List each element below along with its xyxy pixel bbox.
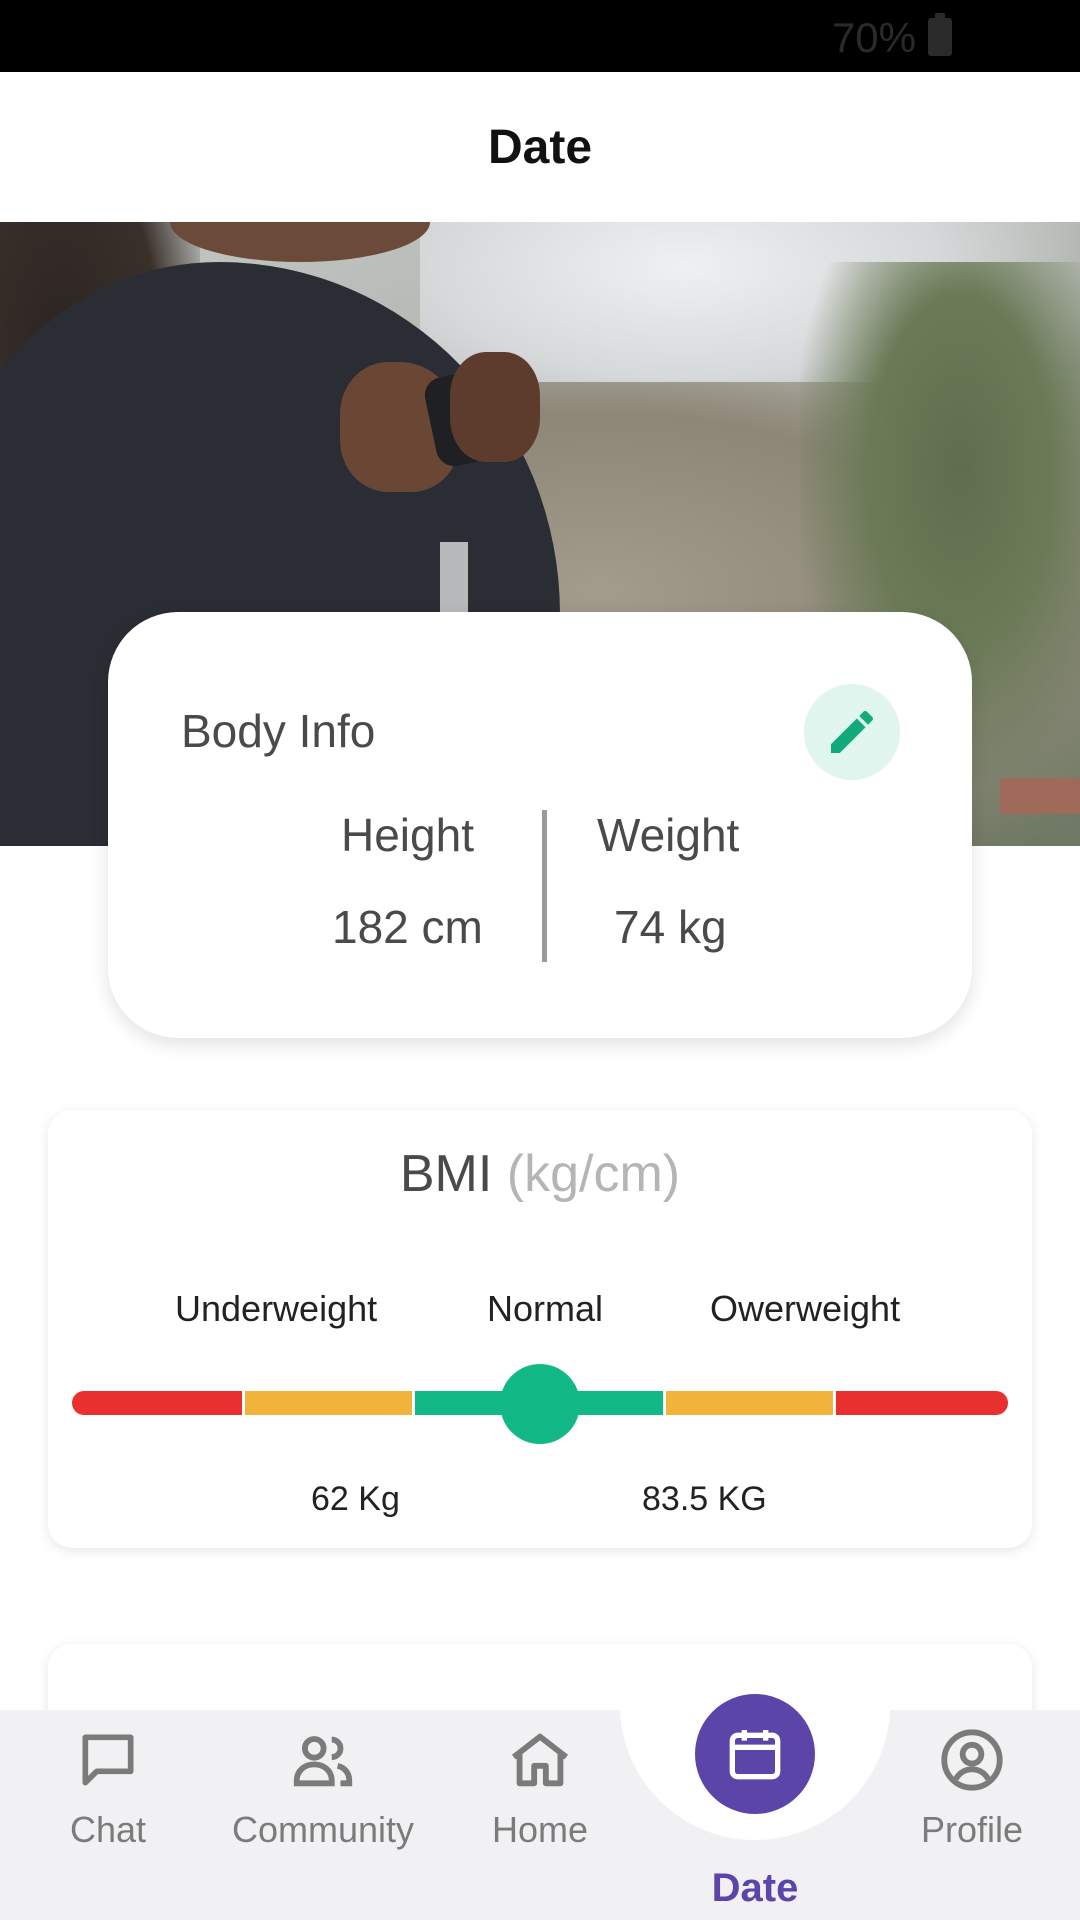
community-icon	[288, 1725, 358, 1795]
bmi-category-overweight: Owerweight	[710, 1288, 901, 1329]
nav-item-chat[interactable]: Chat	[8, 1725, 208, 1851]
bmi-title: BMI (kg/cm)	[48, 1144, 1032, 1204]
bmi-title-text: BMI	[399, 1145, 493, 1203]
calendar-icon	[729, 1730, 781, 1780]
nav-item-community[interactable]: Community	[223, 1725, 423, 1851]
bmi-indicator-knob[interactable]	[500, 1364, 580, 1444]
nav-item-date[interactable]	[695, 1694, 815, 1814]
height-value: 182 cm	[332, 901, 483, 953]
bmi-segment-underweight	[245, 1391, 412, 1415]
app-header: Date	[0, 72, 1080, 222]
nav-item-profile[interactable]: Profile	[872, 1725, 1072, 1851]
bmi-upper-limit: 83.5 KG	[642, 1480, 767, 1518]
bmi-unit: (kg/cm)	[506, 1145, 681, 1203]
body-info-title: Body Info	[181, 705, 376, 757]
pencil-icon	[831, 710, 874, 753]
profile-icon	[937, 1725, 1007, 1795]
height-label: Height	[341, 809, 474, 861]
battery-level: 70%	[831, 14, 916, 61]
edit-body-info-button[interactable]	[804, 684, 900, 780]
weight-value: 74 kg	[614, 901, 727, 953]
status-bar: 70%	[0, 0, 1080, 72]
bmi-card: BMI (kg/cm) Underweight Normal Owerweigh…	[48, 1110, 1032, 1548]
nav-label-chat: Chat	[69, 1809, 147, 1850]
nav-label-date[interactable]: Date	[650, 1866, 860, 1911]
page-title: Date	[487, 120, 593, 174]
bmi-segment-underweight-severe	[72, 1391, 242, 1415]
nav-label-profile: Profile	[920, 1809, 1024, 1850]
bmi-category-underweight: Underweight	[175, 1288, 378, 1329]
nav-item-home[interactable]: Home	[440, 1725, 640, 1851]
bmi-category-normal: Normal	[487, 1288, 604, 1329]
home-icon	[505, 1725, 575, 1795]
metric-divider	[542, 810, 547, 962]
nav-label-community: Community	[231, 1809, 415, 1850]
chat-icon	[73, 1725, 143, 1795]
battery-icon	[928, 13, 952, 56]
weight-label: Weight	[597, 809, 740, 861]
body-info-card: Body Info Height 182 cm Weight 74 kg	[108, 612, 972, 1038]
bmi-segment-overweight	[666, 1391, 833, 1415]
bmi-segment-obese	[836, 1391, 1008, 1415]
bmi-lower-limit: 62 Kg	[311, 1480, 400, 1518]
nav-label-home: Home	[491, 1809, 589, 1850]
